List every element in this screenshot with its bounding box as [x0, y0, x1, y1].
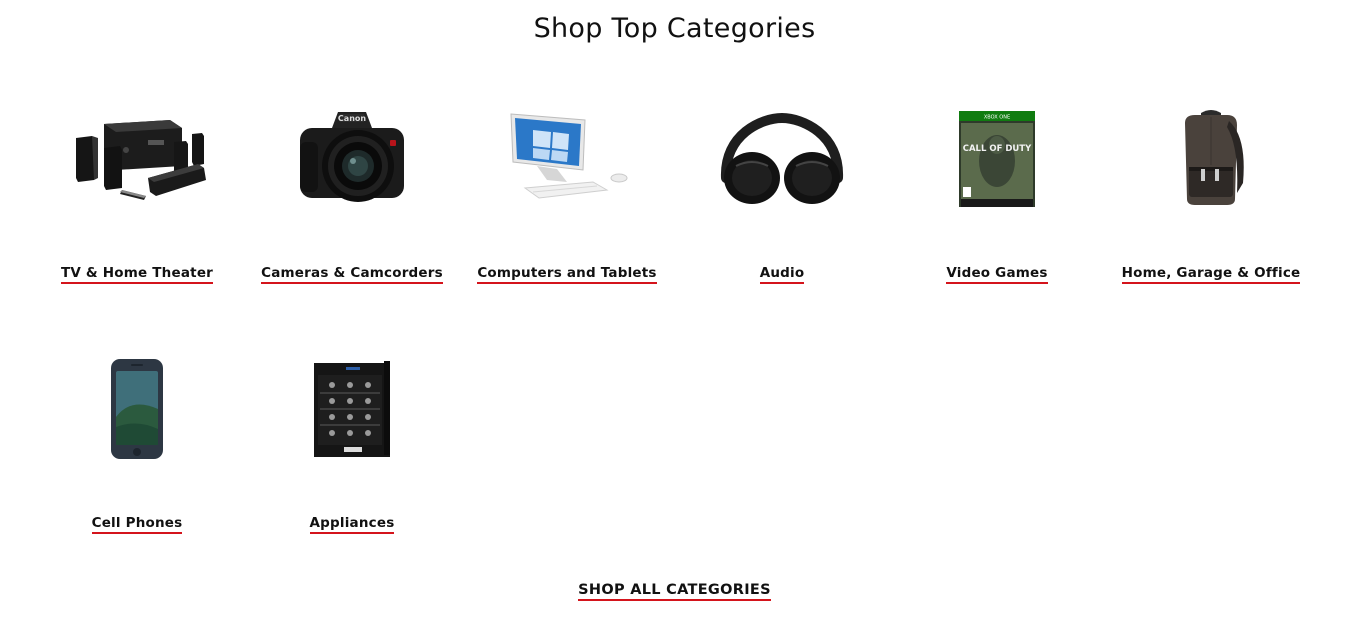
svg-text:XBOX ONE: XBOX ONE — [984, 115, 1010, 121]
category-appliances[interactable]: Appliances — [245, 339, 459, 569]
category-label[interactable]: TV & Home Theater — [30, 265, 244, 284]
section-title: Shop Top Categories — [533, 13, 816, 44]
svg-text:Canon: Canon — [338, 114, 366, 123]
wine-cooler-icon[interactable] — [245, 339, 459, 479]
category-video-games[interactable]: XBOX ONE CALL OF DUTY Video Games — [890, 89, 1104, 319]
category-label[interactable]: Appliances — [245, 515, 459, 534]
shop-all-categories-link[interactable]: SHOP ALL CATEGORIES — [578, 582, 771, 601]
home-theater-system-icon[interactable] — [30, 89, 244, 229]
svg-text:CALL OF DUTY: CALL OF DUTY — [963, 144, 1032, 154]
category-label[interactable]: Computers and Tablets — [460, 265, 674, 284]
category-audio[interactable]: Audio — [675, 89, 889, 319]
smartphone-icon[interactable] — [30, 339, 244, 479]
category-label[interactable]: Cameras & Camcorders — [245, 265, 459, 284]
category-cell-phones[interactable]: Cell Phones — [30, 339, 244, 569]
backpack-icon[interactable] — [1104, 89, 1318, 229]
category-tv-home-theater[interactable]: TV & Home Theater — [30, 89, 244, 319]
category-label[interactable]: Video Games — [890, 265, 1104, 284]
shop-all-categories: SHOP ALL CATEGORIES — [0, 582, 1349, 601]
category-computers-tablets[interactable]: Computers and Tablets — [460, 89, 674, 319]
headphones-icon[interactable] — [675, 89, 889, 229]
dslr-camera-icon[interactable]: Canon — [245, 89, 459, 229]
category-cameras-camcorders[interactable]: Canon Cameras & Camcorders — [245, 89, 459, 319]
all-in-one-computer-icon[interactable] — [460, 89, 674, 229]
category-label[interactable]: Home, Garage & Office — [1104, 265, 1318, 284]
category-label[interactable]: Audio — [675, 265, 889, 284]
category-home-garage-office[interactable]: Home, Garage & Office — [1104, 89, 1318, 319]
category-label[interactable]: Cell Phones — [30, 515, 244, 534]
video-game-case-icon[interactable]: XBOX ONE CALL OF DUTY — [890, 89, 1104, 229]
